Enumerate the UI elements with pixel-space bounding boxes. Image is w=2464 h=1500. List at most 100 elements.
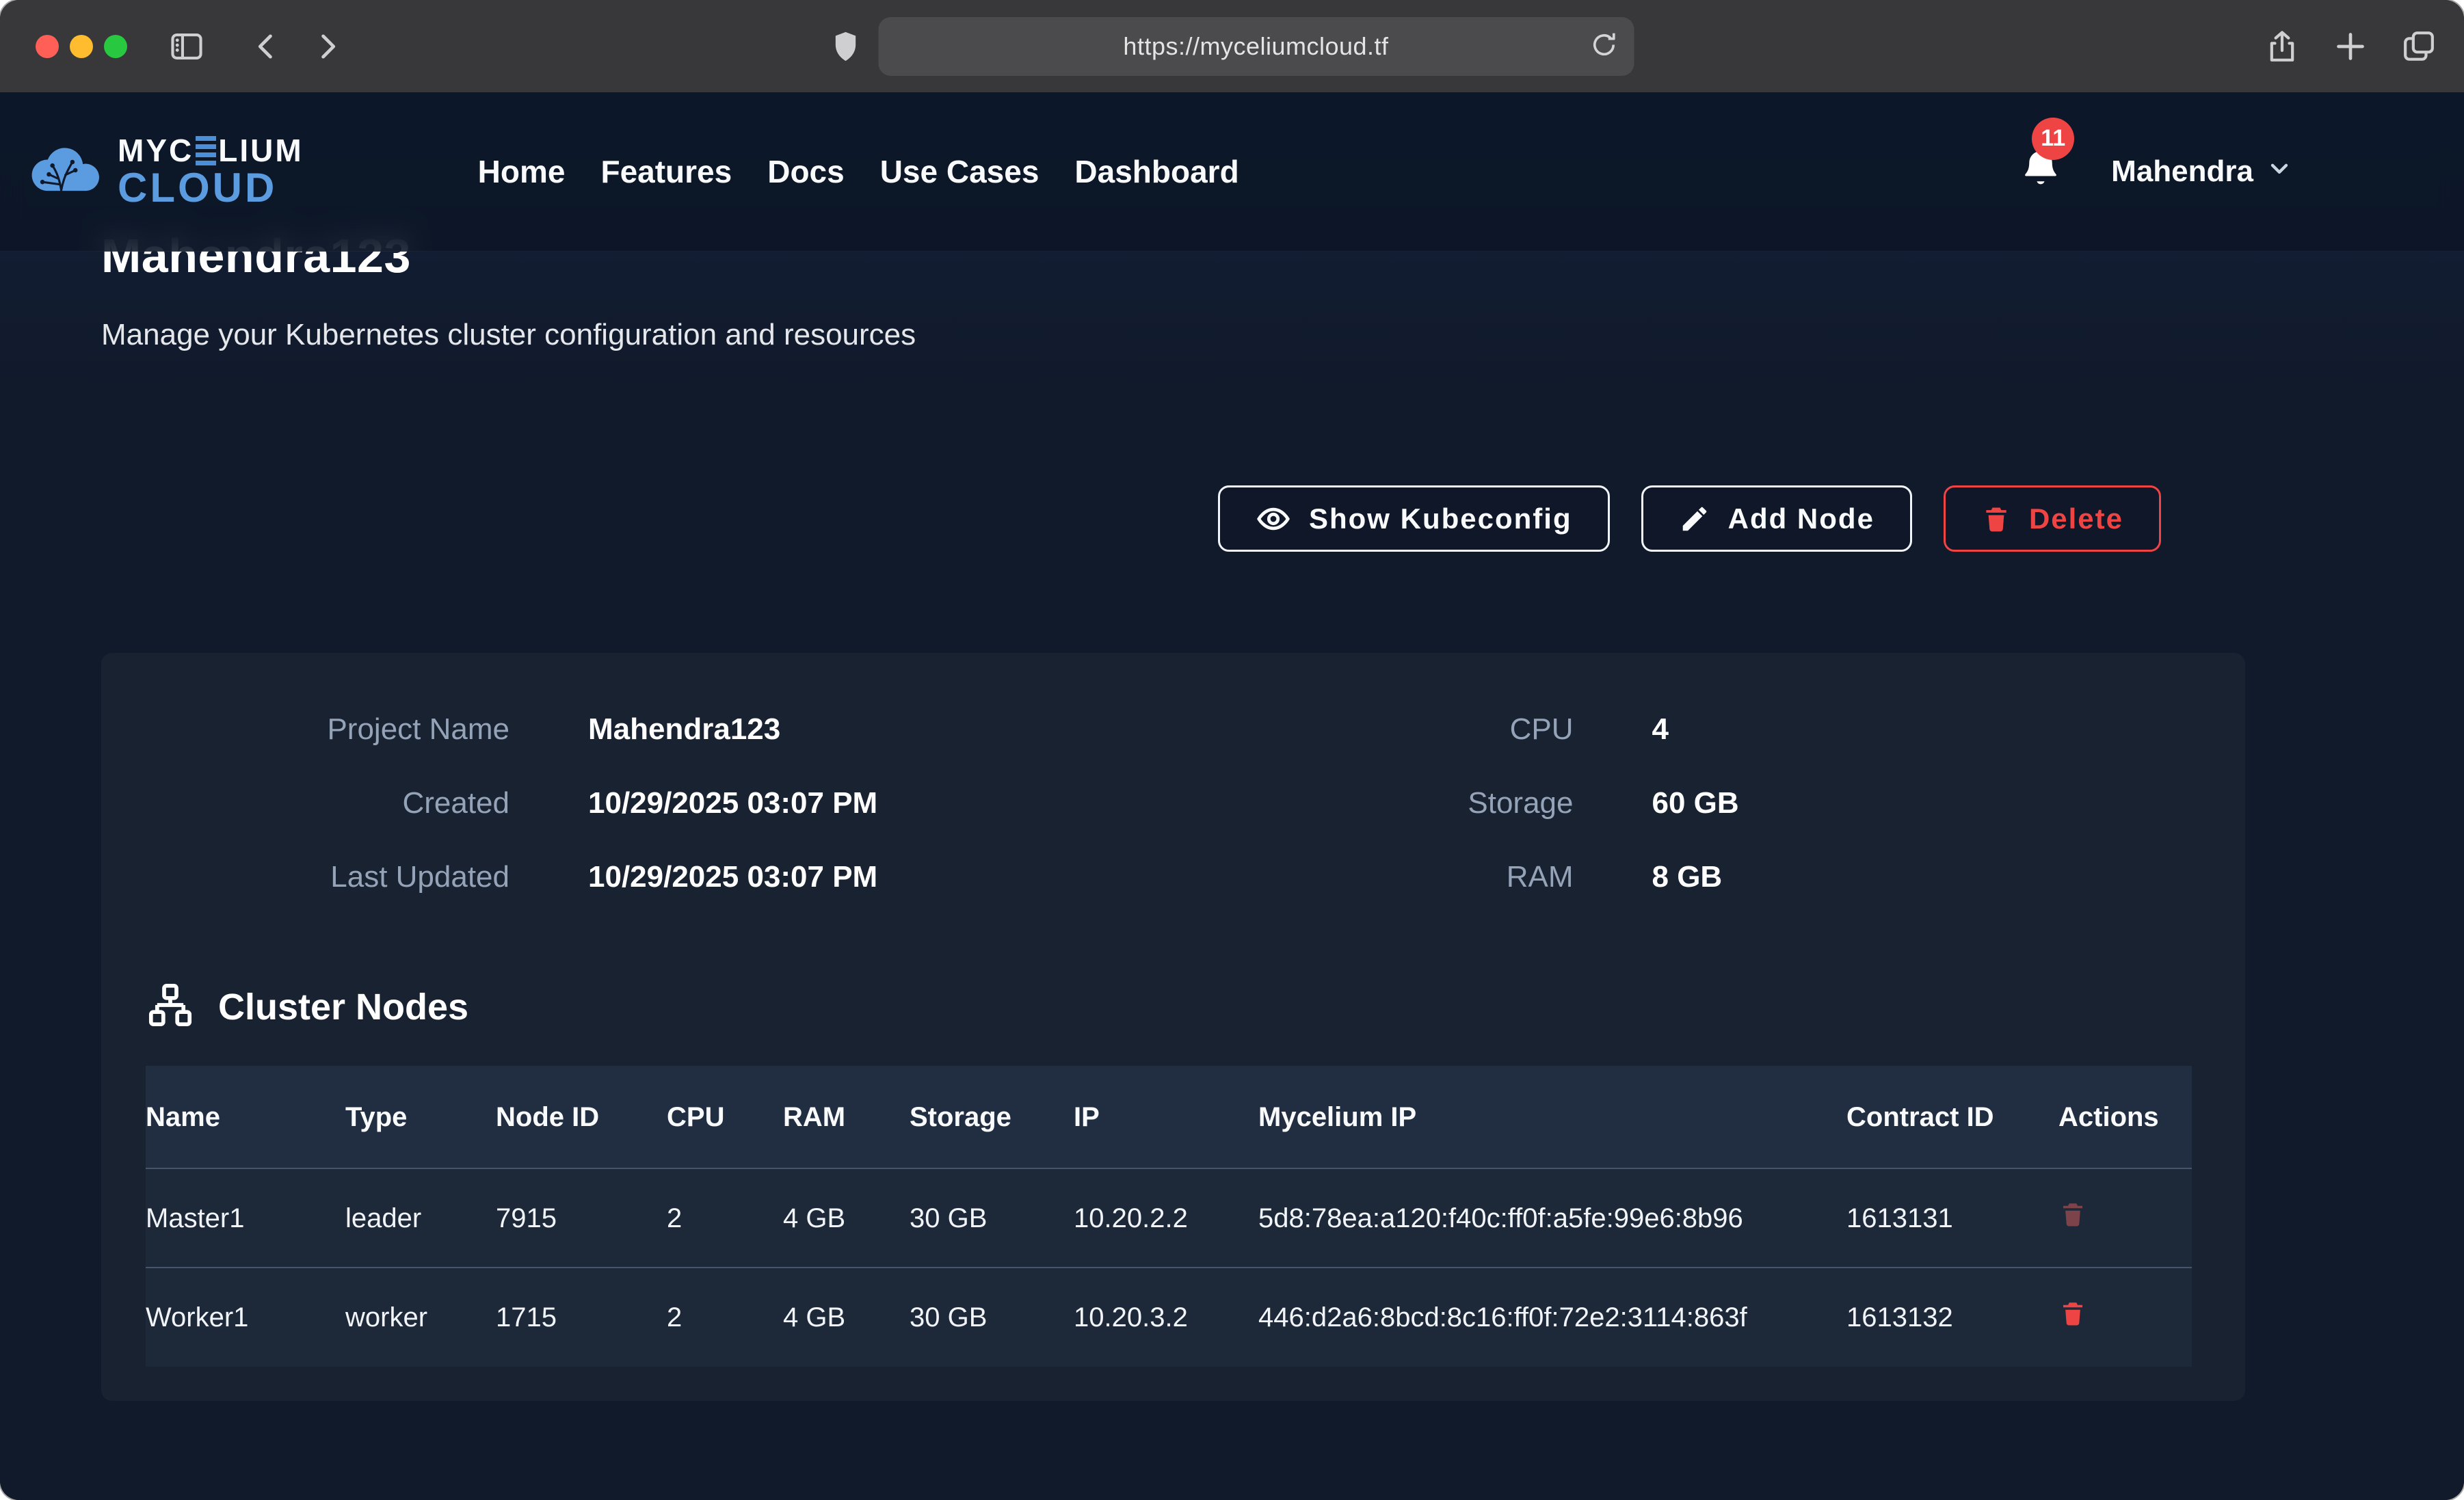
eye-icon: [1256, 501, 1291, 537]
cell-contract-id: 1613132: [1846, 1268, 2058, 1367]
col-header-mycelium-ip: Mycelium IP: [1258, 1066, 1846, 1168]
col-header-name: Name: [146, 1066, 345, 1168]
main-content: Mahendra123 Manage your Kubernetes clust…: [0, 92, 2464, 1401]
cell-cpu: 2: [667, 1168, 783, 1268]
info-label: RAM: [1174, 859, 1574, 895]
nodes-table: Name Type Node ID CPU RAM Storage IP Myc…: [146, 1066, 2192, 1367]
last-updated-value: 10/29/2025 03:07 PM: [588, 859, 1174, 895]
delete-node-button[interactable]: [2058, 1200, 2087, 1231]
cluster-nodes-title: Cluster Nodes: [218, 986, 468, 1028]
cell-mycelium-ip: 446:d2a6:8bcd:8c16:ff0f:72e2:3114:863f: [1258, 1268, 1846, 1367]
cell-name: Master1: [146, 1168, 345, 1268]
col-header-actions: Actions: [2058, 1066, 2192, 1168]
nav-link-docs[interactable]: Docs: [767, 153, 844, 190]
table-header-row: Name Type Node ID CPU RAM Storage IP Myc…: [146, 1066, 2192, 1168]
back-icon[interactable]: [249, 29, 284, 64]
cluster-info: Project Name Mahendra123 Created 10/29/2…: [146, 712, 2201, 895]
site-navbar: MYC LIUM CLOUD Home Features Docs Use Ca…: [0, 92, 2464, 252]
new-tab-icon[interactable]: [2331, 27, 2370, 66]
project-name-value: Mahendra123: [588, 712, 1174, 747]
cell-storage: 30 GB: [910, 1168, 1074, 1268]
page-subtitle: Manage your Kubernetes cluster configura…: [101, 318, 2245, 352]
browser-chrome: https://myceliumcloud.tf: [0, 0, 2464, 92]
col-header-ram: RAM: [783, 1066, 910, 1168]
cell-ram: 4 GB: [783, 1268, 910, 1367]
info-label: Project Name: [146, 712, 509, 747]
tab-overview-icon[interactable]: [2400, 27, 2438, 66]
info-label: Storage: [1174, 786, 1574, 821]
cell-cpu: 2: [667, 1268, 783, 1367]
ram-value: 8 GB: [1652, 859, 2201, 895]
cell-ram: 4 GB: [783, 1168, 910, 1268]
table-row: Worker1 worker 1715 2 4 GB 30 GB 10.20.3…: [146, 1268, 2192, 1367]
bell-icon: [2019, 184, 2062, 196]
traffic-lights: [36, 35, 127, 58]
user-name: Mahendra: [2111, 155, 2253, 189]
reload-icon[interactable]: [1589, 29, 1619, 63]
page-body: Mahendra123 Manage your Kubernetes clust…: [0, 92, 2464, 1500]
cell-node-id: 1715: [496, 1268, 667, 1367]
show-kubeconfig-button[interactable]: Show Kubeconfig: [1218, 485, 1610, 552]
nav-links: Home Features Docs Use Cases Dashboard: [478, 153, 1239, 190]
notification-badge: 11: [2032, 118, 2074, 160]
cell-contract-id: 1613131: [1846, 1168, 2058, 1268]
cell-type: worker: [345, 1268, 496, 1367]
col-header-node-id: Node ID: [496, 1066, 667, 1168]
user-menu[interactable]: Mahendra: [2111, 155, 2293, 189]
chevron-down-icon: [2266, 155, 2293, 189]
cell-ip: 10.20.3.2: [1074, 1268, 1258, 1367]
cpu-value: 4: [1652, 712, 2201, 747]
brand-line1-pre: MYC: [118, 135, 194, 166]
forward-icon[interactable]: [309, 29, 345, 64]
trash-icon: [2058, 1299, 2087, 1330]
brand-logo[interactable]: MYC LIUM CLOUD: [26, 135, 304, 209]
delete-node-button[interactable]: [2058, 1299, 2087, 1330]
storage-value: 60 GB: [1652, 786, 2201, 821]
brand-line1-post: LIUM: [218, 135, 303, 166]
nodes-table-container: Name Type Node ID CPU RAM Storage IP Myc…: [146, 1066, 2201, 1367]
nav-link-use-cases[interactable]: Use Cases: [880, 153, 1039, 190]
col-header-ip: IP: [1074, 1066, 1258, 1168]
delete-label: Delete: [2029, 503, 2123, 535]
col-header-cpu: CPU: [667, 1066, 783, 1168]
delete-cluster-button[interactable]: Delete: [1944, 485, 2161, 552]
col-header-contract-id: Contract ID: [1846, 1066, 2058, 1168]
sidebar-toggle-icon[interactable]: [167, 27, 207, 66]
cell-ip: 10.20.2.2: [1074, 1168, 1258, 1268]
notifications-button[interactable]: 11: [2019, 148, 2062, 196]
cluster-nodes-heading: Cluster Nodes: [146, 980, 2201, 1033]
close-window-button[interactable]: [36, 35, 59, 58]
table-row: Master1 leader 7915 2 4 GB 30 GB 10.20.2…: [146, 1168, 2192, 1268]
cluster-actions: Show Kubeconfig Add Node Delete: [101, 485, 2245, 552]
browser-window: https://myceliumcloud.tf Mahendra123 Man…: [0, 0, 2464, 1500]
brand-e-glyph: [196, 136, 216, 165]
cell-node-id: 7915: [496, 1168, 667, 1268]
col-header-type: Type: [345, 1066, 496, 1168]
mycelium-cloud-logo-icon: [26, 143, 101, 201]
trash-icon: [2058, 1200, 2087, 1231]
cell-storage: 30 GB: [910, 1268, 1074, 1367]
share-icon[interactable]: [2263, 27, 2301, 66]
nav-link-features[interactable]: Features: [600, 153, 732, 190]
brand-line2: CLOUD: [118, 168, 304, 209]
url-text: https://myceliumcloud.tf: [1123, 32, 1388, 61]
add-node-button[interactable]: Add Node: [1641, 485, 1912, 552]
show-kubeconfig-label: Show Kubeconfig: [1309, 503, 1572, 535]
zoom-window-button[interactable]: [104, 35, 127, 58]
minimize-window-button[interactable]: [70, 35, 93, 58]
nav-link-home[interactable]: Home: [478, 153, 566, 190]
cell-mycelium-ip: 5d8:78ea:a120:f40c:ff0f:a5fe:99e6:8b96: [1258, 1168, 1846, 1268]
cluster-card: Project Name Mahendra123 Created 10/29/2…: [101, 653, 2245, 1401]
nav-link-dashboard[interactable]: Dashboard: [1074, 153, 1238, 190]
trash-icon: [1981, 504, 2011, 534]
add-node-label: Add Node: [1728, 503, 1875, 535]
address-bar[interactable]: https://myceliumcloud.tf: [878, 17, 1634, 76]
network-icon: [146, 980, 195, 1033]
info-label: Created: [146, 786, 509, 821]
brand-wordmark: MYC LIUM CLOUD: [118, 135, 304, 209]
cell-name: Worker1: [146, 1268, 345, 1367]
privacy-shield-icon[interactable]: [830, 29, 860, 64]
pencil-icon: [1679, 503, 1710, 535]
info-label: CPU: [1174, 712, 1574, 747]
info-label: Last Updated: [146, 859, 509, 895]
